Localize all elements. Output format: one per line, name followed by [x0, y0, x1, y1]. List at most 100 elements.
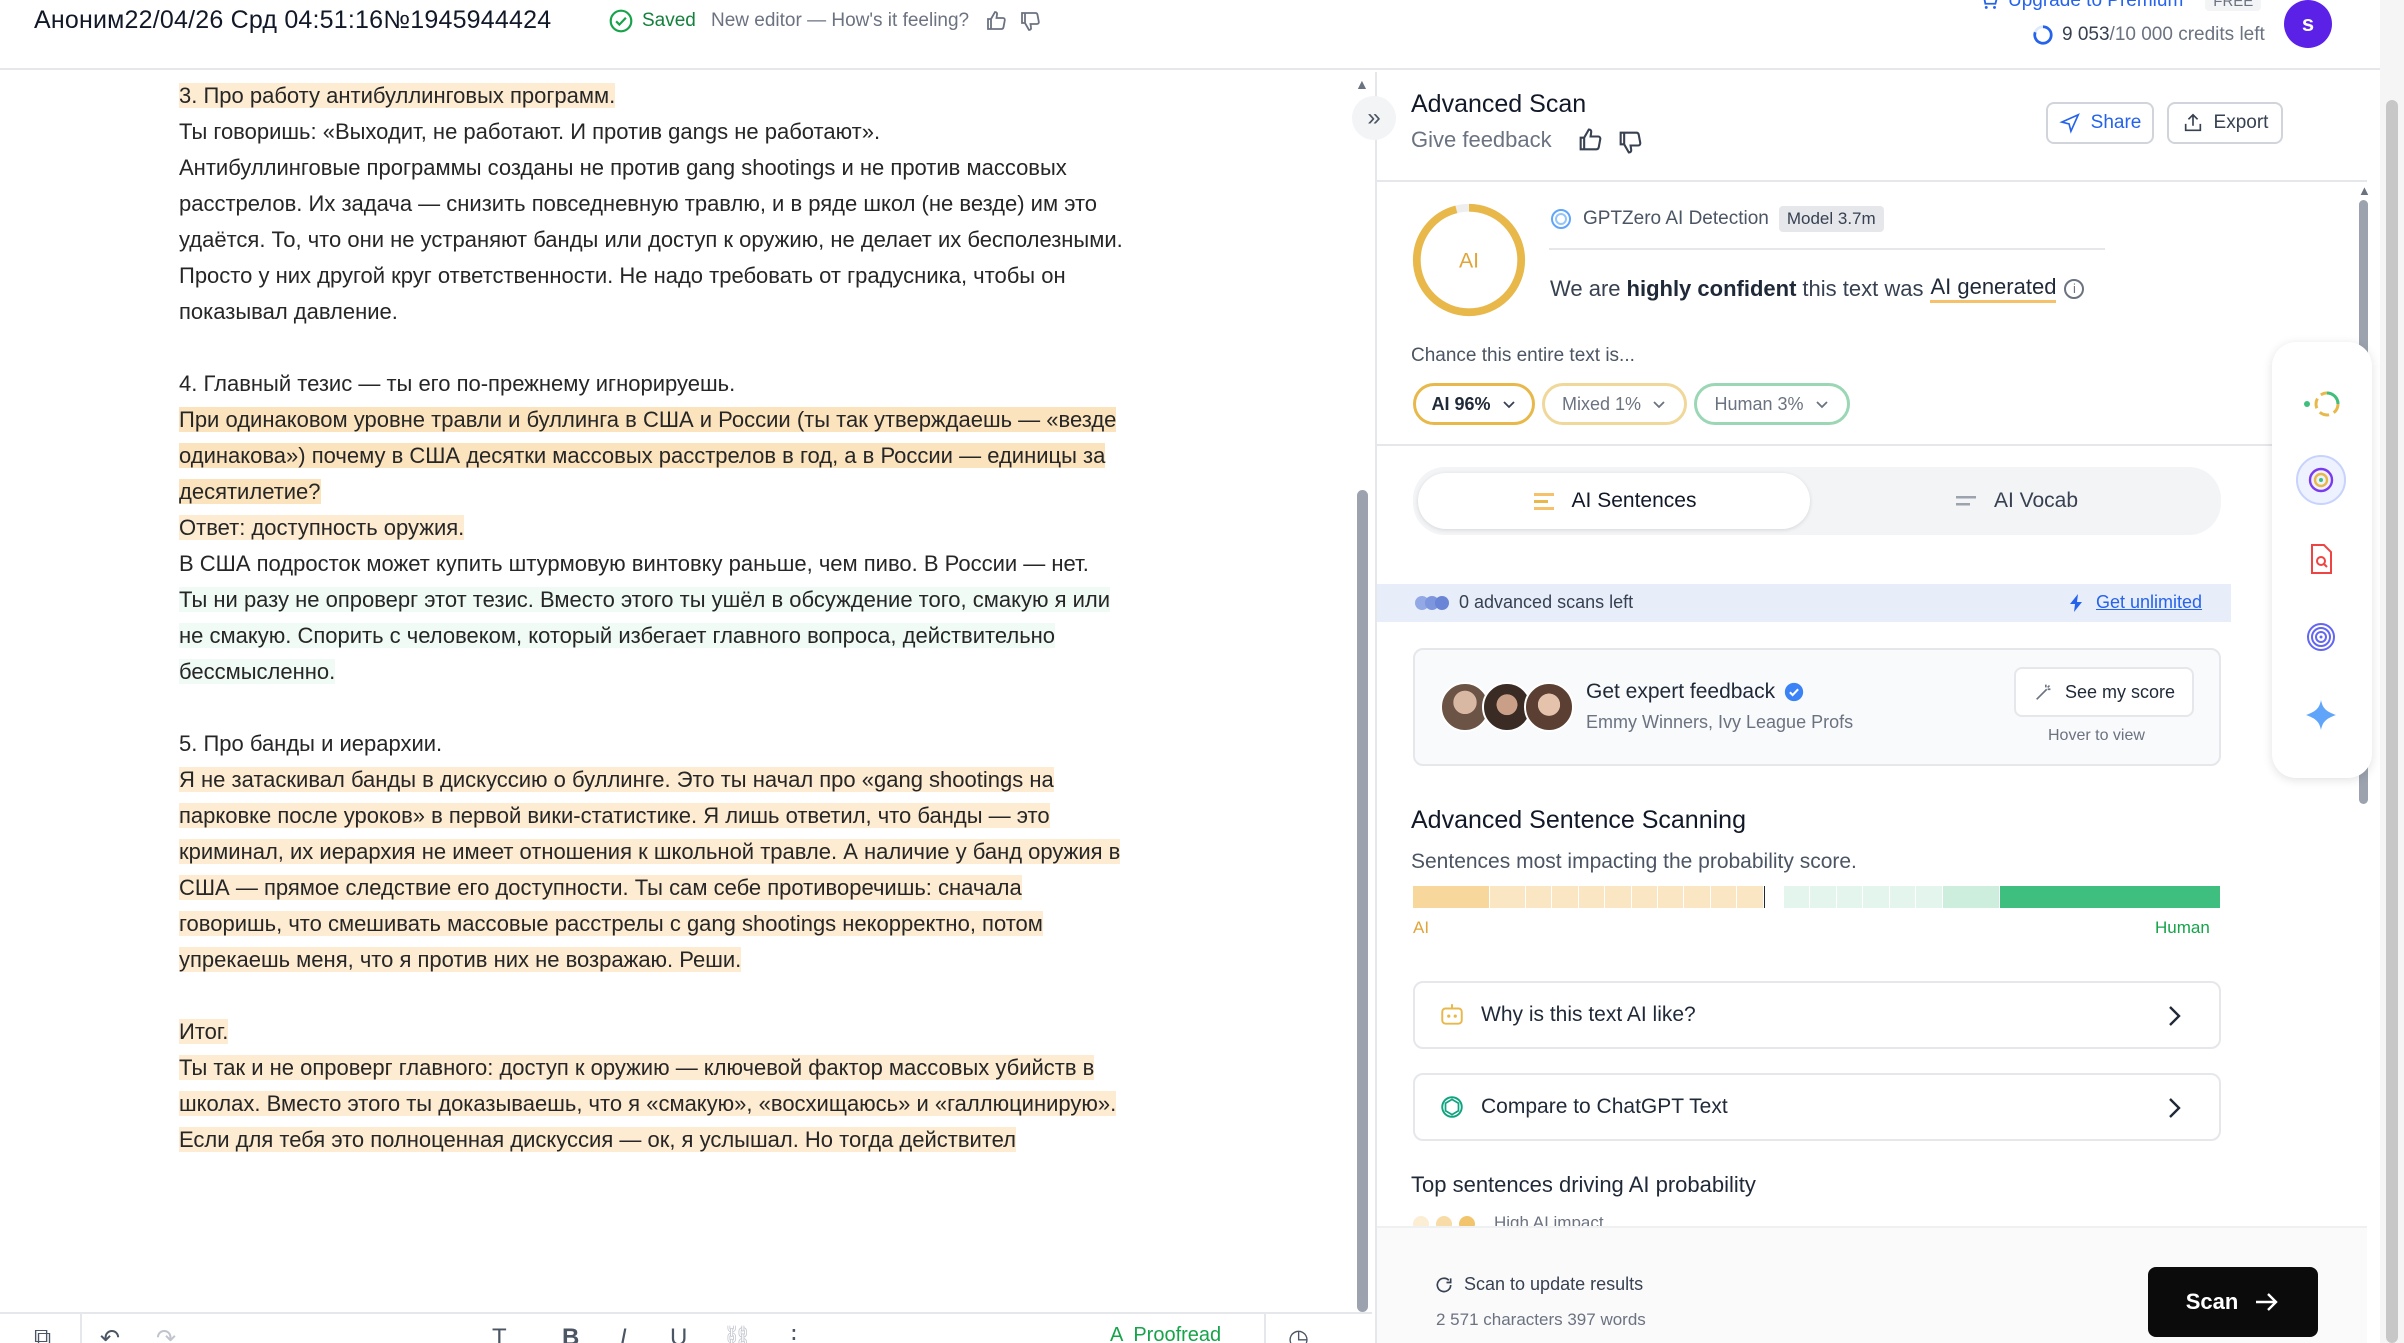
- gptzero-scan-icon[interactable]: [2296, 455, 2346, 505]
- impact-segment[interactable]: [1916, 886, 1943, 908]
- text-line-content: одинакова») почему в США десятки массовы…: [179, 443, 1106, 468]
- user-avatar[interactable]: s: [2284, 0, 2332, 48]
- bold-button[interactable]: B: [562, 1324, 579, 1343]
- text-line[interactable]: удаётся. То, что они не устраняют банды …: [179, 222, 1209, 258]
- impact-segment[interactable]: [1631, 886, 1658, 908]
- impact-segment[interactable]: [1836, 886, 1864, 908]
- proofread-button[interactable]: A Proofread: [1110, 1324, 1221, 1343]
- text-style-button[interactable]: T: [492, 1324, 507, 1343]
- share-button[interactable]: Share: [2046, 102, 2154, 144]
- text-line[interactable]: Я не затаскивал банды в дискуссию о булл…: [179, 762, 1209, 798]
- text-line[interactable]: В США подросток может купить штурмовую в…: [179, 546, 1209, 582]
- compare-chatgpt-accordion[interactable]: Compare to ChatGPT Text: [1413, 1073, 2221, 1141]
- thumbs-up-icon[interactable]: [1576, 126, 1604, 154]
- impact-segment[interactable]: [1710, 886, 1738, 908]
- history-icon[interactable]: ⧉: [34, 1324, 51, 1343]
- text-line[interactable]: При одинаковом уровне травли и буллинга …: [179, 402, 1209, 438]
- sparkle-icon[interactable]: [2296, 690, 2346, 740]
- impact-segment[interactable]: [1766, 886, 1784, 908]
- text-line[interactable]: одинакова») почему в США десятки массовы…: [179, 438, 1209, 474]
- scroll-up-arrow-icon[interactable]: ▲: [1355, 76, 1369, 92]
- text-line-content: школах. Вместо этого ты доказываешь, что…: [179, 1091, 1117, 1116]
- impact-segment[interactable]: [1525, 886, 1553, 908]
- text-line[interactable]: десятилетие?: [179, 474, 1209, 510]
- scan-button[interactable]: Scan: [2148, 1267, 2318, 1337]
- text-editor[interactable]: 3. Про работу антибуллинговых программ. Т…: [0, 72, 1360, 1312]
- ai-probability-pill[interactable]: AI 96%: [1413, 383, 1535, 425]
- italic-button[interactable]: I: [620, 1324, 627, 1343]
- page-scrollbar[interactable]: [2386, 100, 2398, 1343]
- text-line[interactable]: школах. Вместо этого ты доказываешь, что…: [179, 1086, 1209, 1122]
- impact-segment[interactable]: [1783, 886, 1811, 908]
- text-line[interactable]: Антибуллинговые программы созданы не про…: [179, 150, 1209, 186]
- impact-segment[interactable]: [1413, 886, 1491, 908]
- blank-line[interactable]: [179, 978, 1209, 1014]
- text-line[interactable]: парковке после уроков» в первой вики-ста…: [179, 798, 1209, 834]
- text-line[interactable]: Итог.: [179, 1014, 1209, 1050]
- impact-segment[interactable]: [1737, 886, 1764, 908]
- impact-segment[interactable]: [1490, 886, 1526, 908]
- text-line[interactable]: 4. Главный тезис — ты его по-прежнему иг…: [179, 366, 1209, 402]
- text-line[interactable]: Ты говоришь: «Выходит, не работают. И пр…: [179, 114, 1209, 150]
- text-line[interactable]: США — прямое следствие его доступности. …: [179, 870, 1209, 906]
- text-line[interactable]: бессмысленно.: [179, 654, 1209, 690]
- thumbs-up-icon[interactable]: [984, 9, 1008, 33]
- text-line[interactable]: говоришь, что смешивать массовые расстре…: [179, 906, 1209, 942]
- blank-line[interactable]: [179, 690, 1209, 726]
- why-ai-like-accordion[interactable]: Why is this text AI like?: [1413, 981, 2221, 1049]
- scroll-up-arrow-icon[interactable]: ▲: [2358, 183, 2371, 198]
- text-line[interactable]: показывал давление.: [179, 294, 1209, 330]
- text-line[interactable]: расстрелов. Их задача — снизить повседне…: [179, 186, 1209, 222]
- redo-icon[interactable]: ↷: [156, 1324, 176, 1343]
- human-pill-label: Human 3%: [1714, 393, 1804, 414]
- impact-segment[interactable]: [1552, 886, 1579, 908]
- text-line[interactable]: Ты так и не опроверг главного: доступ к …: [179, 1050, 1209, 1086]
- tab-ai-vocab[interactable]: AI Vocab: [1818, 473, 2214, 529]
- blank-line[interactable]: [179, 330, 1209, 366]
- impact-segment[interactable]: [1889, 886, 1917, 908]
- get-unlimited-link[interactable]: Get unlimited: [2068, 592, 2202, 613]
- see-my-score-button[interactable]: See my score: [2014, 667, 2194, 717]
- info-icon[interactable]: i: [2064, 278, 2085, 299]
- text-line[interactable]: Если для тебя это полноценная дискуссия …: [179, 1122, 1209, 1158]
- editor-content[interactable]: 3. Про работу антибуллинговых программ. Т…: [179, 78, 1209, 1158]
- undo-icon[interactable]: ↶: [100, 1324, 120, 1343]
- text-line[interactable]: не смакую. Спорить с человеком, который …: [179, 618, 1209, 654]
- impact-segment[interactable]: [1578, 886, 1606, 908]
- impact-segment[interactable]: [1658, 886, 1685, 908]
- openai-logo-icon: [1441, 1096, 1463, 1118]
- play-icon[interactable]: ◷: [1288, 1324, 1309, 1343]
- confidence-result[interactable]: AI generated: [1930, 274, 2057, 303]
- human-probability-pill[interactable]: Human 3%: [1694, 383, 1850, 425]
- text-line[interactable]: Ответ: доступность оружия.: [179, 510, 1209, 546]
- sentence-impact-bar[interactable]: [1413, 886, 2221, 908]
- text-line[interactable]: Просто у них другой круг ответственности…: [179, 258, 1209, 294]
- impact-segment[interactable]: [1605, 886, 1632, 908]
- impact-segment[interactable]: [2000, 886, 2221, 908]
- thumbs-down-icon[interactable]: [1616, 128, 1644, 156]
- text-line[interactable]: криминал, их иерархия не имеет отношения…: [179, 834, 1209, 870]
- more-options-button[interactable]: ⋮: [782, 1324, 806, 1343]
- text-line[interactable]: упрекаешь меня, что я против них не возр…: [179, 942, 1209, 978]
- advanced-scans-count: 0 advanced scans left: [1413, 592, 1633, 613]
- export-button[interactable]: Export: [2167, 102, 2283, 144]
- thumbs-down-icon[interactable]: [1018, 9, 1042, 33]
- fingerprint-icon[interactable]: [2296, 612, 2346, 662]
- collapse-panel-button[interactable]: »: [1352, 96, 1396, 140]
- document-title[interactable]: Аноним22/04/26 Срд 04:51:16№1945944424: [34, 6, 551, 35]
- impact-segment[interactable]: [1684, 886, 1711, 908]
- text-line[interactable]: Ты ни разу не опроверг этот тезис. Вмест…: [179, 582, 1209, 618]
- editor-scrollbar[interactable]: [1357, 490, 1368, 1312]
- underline-button[interactable]: U: [670, 1324, 687, 1343]
- loading-ring-icon[interactable]: [2296, 379, 2346, 429]
- upgrade-link[interactable]: Upgrade to Premium FREE: [1978, 0, 2262, 12]
- tab-ai-sentences[interactable]: AI Sentences: [1418, 473, 1810, 529]
- impact-segment[interactable]: [1810, 886, 1837, 908]
- mixed-probability-pill[interactable]: Mixed 1%: [1542, 383, 1687, 425]
- document-search-icon[interactable]: [2296, 534, 2346, 584]
- impact-segment[interactable]: [1942, 886, 2001, 908]
- impact-segment[interactable]: [1863, 886, 1890, 908]
- link-icon[interactable]: ⛓: [722, 1324, 752, 1343]
- text-line[interactable]: 5. Про банды и иерархии.: [179, 726, 1209, 762]
- text-line[interactable]: 3. Про работу антибуллинговых программ.: [179, 78, 1209, 114]
